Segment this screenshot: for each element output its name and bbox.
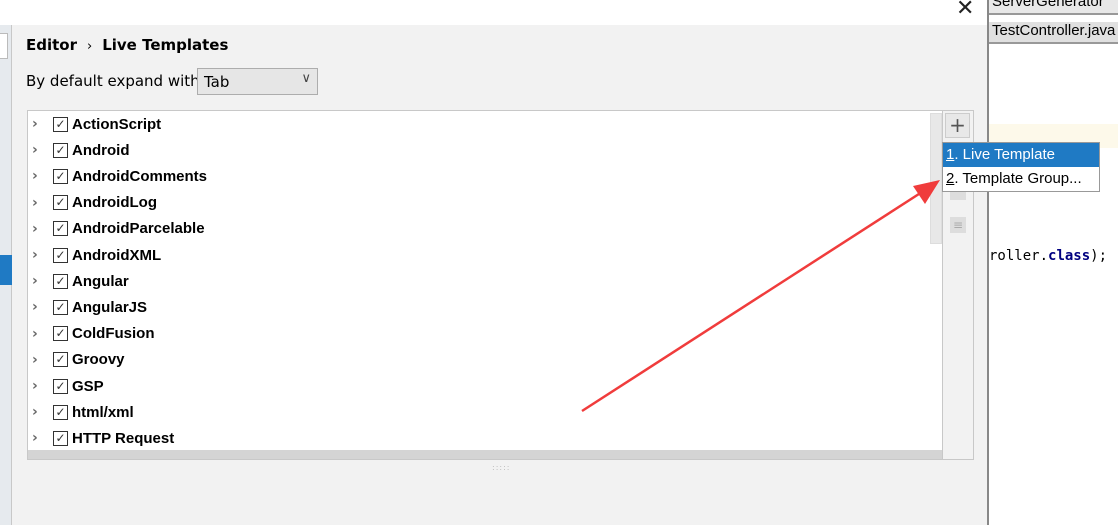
tree-row[interactable]: › ✓ AndroidLog bbox=[28, 190, 928, 216]
chevron-right-icon[interactable]: › bbox=[32, 430, 44, 446]
editor-tab[interactable]: TestController.java bbox=[989, 22, 1118, 44]
tree-row-label: Angular bbox=[72, 272, 129, 290]
tree-row[interactable]: › ✓ ColdFusion bbox=[28, 321, 928, 347]
tree-row-label: AndroidLog bbox=[72, 194, 157, 212]
breadcrumb-separator-icon: › bbox=[87, 39, 93, 54]
chevron-right-icon[interactable]: › bbox=[32, 404, 44, 420]
editor-tab[interactable]: ServerGenerator bbox=[989, 0, 1118, 15]
menu-item-template-group[interactable]: 2. Template Group... bbox=[943, 167, 1099, 191]
add-popup-menu: 1. Live Template 2. Template Group... bbox=[942, 142, 1100, 192]
sidebar-selected-item[interactable] bbox=[0, 255, 12, 285]
chevron-right-icon[interactable]: › bbox=[32, 299, 44, 315]
tree-row-label: AndroidParcelable bbox=[72, 220, 205, 238]
dropdown-value: Tab bbox=[204, 73, 230, 91]
expand-with-dropdown[interactable]: Tab ∨ bbox=[197, 68, 318, 95]
checkbox[interactable]: ✓ bbox=[53, 142, 68, 158]
checkbox[interactable]: ✓ bbox=[53, 299, 68, 315]
add-button[interactable]: + bbox=[945, 113, 970, 138]
tree-row[interactable]: › ✓ AndroidComments bbox=[28, 163, 928, 189]
checkbox[interactable]: ✓ bbox=[53, 195, 68, 211]
tree-row[interactable]: › ✓ AndroidParcelable bbox=[28, 216, 928, 242]
chevron-right-icon[interactable]: › bbox=[32, 195, 44, 211]
menu-item-live-template[interactable]: 1. Live Template bbox=[943, 143, 1099, 167]
tree-row[interactable]: › ✓ html/xml bbox=[28, 399, 928, 425]
checkbox[interactable]: ✓ bbox=[53, 404, 68, 420]
close-icon[interactable]: ✕ bbox=[956, 0, 974, 21]
code-line: roller.class); bbox=[989, 248, 1108, 264]
checkbox[interactable]: ✓ bbox=[53, 116, 68, 132]
tree-row[interactable]: › ✓ GSP bbox=[28, 373, 928, 399]
restore-icon[interactable]: ≡ bbox=[950, 217, 966, 233]
tree-row[interactable]: › ✓ ActionScript bbox=[28, 111, 928, 137]
settings-search-input[interactable] bbox=[0, 33, 8, 59]
checkbox[interactable]: ✓ bbox=[53, 326, 68, 342]
chevron-right-icon[interactable]: › bbox=[32, 116, 44, 132]
tree-row-label: Groovy bbox=[72, 351, 125, 369]
checkbox[interactable]: ✓ bbox=[53, 247, 68, 263]
checkbox[interactable]: ✓ bbox=[53, 378, 68, 394]
chevron-right-icon[interactable]: › bbox=[32, 326, 44, 342]
settings-sidebar bbox=[0, 25, 12, 525]
vertical-scrollbar[interactable] bbox=[929, 111, 942, 459]
checkbox[interactable]: ✓ bbox=[53, 273, 68, 289]
code-editor: ServerGenerator TestController.java roll… bbox=[987, 0, 1118, 525]
tree-row[interactable]: › ✓ Android bbox=[28, 137, 928, 163]
tree-row-label: html/xml bbox=[72, 403, 134, 421]
tree-row[interactable]: › ✓ HTTP Request bbox=[28, 425, 928, 451]
partially-visible-row bbox=[28, 450, 942, 459]
chevron-right-icon[interactable]: › bbox=[32, 247, 44, 263]
tree-row-label: ColdFusion bbox=[72, 325, 155, 343]
tree-row[interactable]: › ✓ Groovy bbox=[28, 347, 928, 373]
expand-with-label: By default expand with bbox=[26, 72, 200, 90]
tree-row-label: HTTP Request bbox=[72, 429, 175, 447]
checkbox[interactable]: ✓ bbox=[53, 221, 68, 237]
chevron-right-icon[interactable]: › bbox=[32, 273, 44, 289]
live-templates-panel: Editor › Live Templates By default expand … bbox=[12, 25, 987, 525]
tree-row[interactable]: › ✓ Angular bbox=[28, 268, 928, 294]
scrollbar-thumb[interactable] bbox=[930, 113, 942, 244]
chevron-right-icon[interactable]: › bbox=[32, 142, 44, 158]
chevron-right-icon[interactable]: › bbox=[32, 221, 44, 237]
checkbox[interactable]: ✓ bbox=[53, 352, 68, 368]
breadcrumb-current: Live Templates bbox=[102, 36, 229, 54]
tree-row[interactable]: › ✓ AndroidXML bbox=[28, 242, 928, 268]
tree-row-label: Android bbox=[72, 141, 130, 159]
breadcrumb: Editor › Live Templates bbox=[26, 36, 228, 54]
chevron-down-icon: ∨ bbox=[301, 71, 311, 86]
checkbox[interactable]: ✓ bbox=[53, 168, 68, 184]
chevron-right-icon[interactable]: › bbox=[32, 168, 44, 184]
tree-row-label: GSP bbox=[72, 377, 104, 395]
breadcrumb-parent[interactable]: Editor bbox=[26, 36, 77, 54]
chevron-right-icon[interactable]: › bbox=[32, 378, 44, 394]
chevron-right-icon[interactable]: › bbox=[32, 352, 44, 368]
dialog-title-bar bbox=[0, 0, 987, 25]
checkbox[interactable]: ✓ bbox=[53, 430, 68, 446]
tree-row[interactable]: › ✓ AngularJS bbox=[28, 294, 928, 320]
tree-row-label: AndroidXML bbox=[72, 246, 162, 264]
tree-row-label: ActionScript bbox=[72, 115, 162, 133]
template-group-tree[interactable]: › ✓ ActionScript › ✓ Android › ✓ AndroidComments… bbox=[27, 110, 943, 460]
resize-grip-icon[interactable]: ::::: bbox=[492, 463, 510, 472]
tree-row-label: AndroidComments bbox=[72, 167, 207, 185]
tree-row-label: AngularJS bbox=[72, 298, 148, 316]
